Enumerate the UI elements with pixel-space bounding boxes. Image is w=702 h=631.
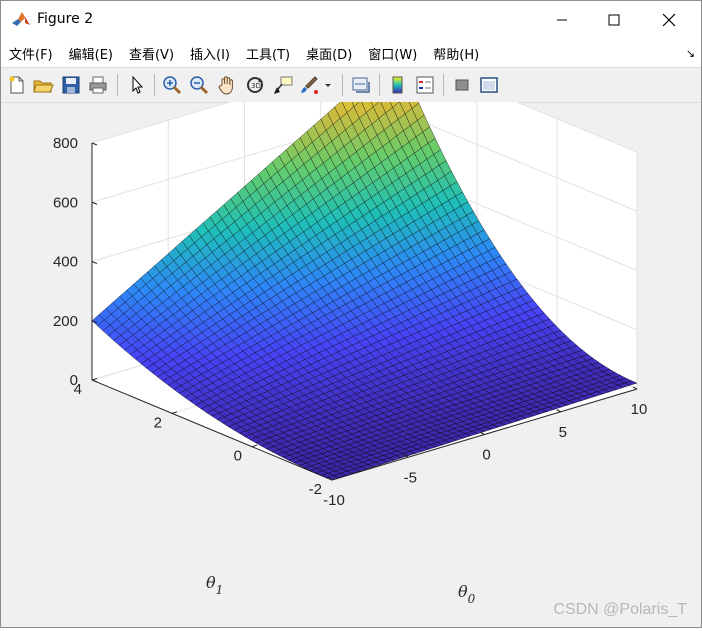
- toolbar-separator: [154, 74, 155, 96]
- y-tick-label: 2: [154, 414, 162, 431]
- title-bar[interactable]: Figure 2: [1, 1, 701, 39]
- close-button[interactable]: [646, 1, 692, 39]
- pan-hand-icon[interactable]: [216, 74, 238, 96]
- dock-arrow-icon[interactable]: ↘: [686, 47, 695, 60]
- y-axis-label: θ1: [206, 573, 223, 597]
- svg-text:3D: 3D: [251, 82, 261, 90]
- minimize-icon: [557, 19, 567, 21]
- toolbar-separator: [342, 74, 343, 96]
- menu-window[interactable]: 窗口(W): [360, 44, 425, 63]
- rotate-3d-icon[interactable]: 3D: [244, 74, 266, 96]
- minimize-button[interactable]: [539, 1, 585, 39]
- maximize-icon: [608, 14, 620, 26]
- x-tick-label: 0: [482, 447, 490, 464]
- menu-file[interactable]: 文件(F): [1, 44, 61, 63]
- figure-window: Figure 2 文件(F) 编辑(E) 查看(V) 插入(I) 工具(T) 桌…: [0, 0, 702, 628]
- zoom-in-icon[interactable]: [161, 74, 183, 96]
- x-tick-label: -10: [323, 492, 345, 509]
- legend-icon[interactable]: [414, 74, 436, 96]
- brush-icon[interactable]: [298, 74, 320, 96]
- menu-help[interactable]: 帮助(H): [425, 44, 487, 63]
- watermark-text: CSDN @Polaris_T: [553, 601, 687, 618]
- select-pointer-icon[interactable]: [126, 74, 148, 96]
- new-figure-icon[interactable]: [6, 74, 28, 96]
- menu-edit[interactable]: 编辑(E): [61, 44, 121, 63]
- link-plot-icon[interactable]: [350, 74, 372, 96]
- menu-view[interactable]: 查看(V): [121, 44, 182, 63]
- z-tick-label: 400: [53, 254, 78, 271]
- print-icon[interactable]: [87, 74, 109, 96]
- x-tick-label: 5: [559, 424, 567, 441]
- x-axis-label: θ0: [458, 582, 476, 606]
- y-tick-label: -2: [309, 481, 322, 498]
- z-tick-label: 200: [53, 313, 78, 330]
- save-icon[interactable]: [60, 74, 82, 96]
- data-cursor-icon[interactable]: [272, 74, 294, 96]
- toolbar-separator: [379, 74, 380, 96]
- open-file-icon[interactable]: [32, 74, 54, 96]
- x-tick-label: 10: [631, 401, 648, 418]
- surface-plot[interactable]: -10-50510-20240200400600800 θ0 θ1: [1, 51, 701, 627]
- window-title: Figure 2: [37, 11, 94, 27]
- menu-desktop[interactable]: 桌面(D): [298, 44, 360, 63]
- menu-bar: 文件(F) 编辑(E) 查看(V) 插入(I) 工具(T) 桌面(D) 窗口(W…: [1, 39, 701, 67]
- menu-tools[interactable]: 工具(T): [238, 44, 298, 63]
- toolbar-separator: [117, 74, 118, 96]
- z-tick-label: 800: [53, 135, 78, 152]
- menu-insert[interactable]: 插入(I): [182, 44, 238, 63]
- z-tick-label: 0: [70, 372, 78, 389]
- z-tick-label: 600: [53, 194, 78, 211]
- figure-toolbar: 3D: [1, 67, 701, 103]
- zoom-out-icon[interactable]: [188, 74, 210, 96]
- figure-canvas[interactable]: -10 -5 0 5 10 -2 0 2 4 0 200 400 600 800 θ0 θ1: [1, 51, 701, 627]
- close-icon: [662, 13, 676, 27]
- maximize-button[interactable]: [591, 1, 637, 39]
- toolbar-separator: [443, 74, 444, 96]
- axes-labels: θ0 θ1: [206, 573, 476, 606]
- colorbar-icon[interactable]: [387, 74, 409, 96]
- show-plot-tools-icon[interactable]: [478, 74, 500, 96]
- matlab-logo-icon: [12, 12, 30, 26]
- x-tick-label: -5: [404, 469, 417, 486]
- brush-dropdown-icon[interactable]: [323, 74, 333, 96]
- y-tick-label: 0: [234, 448, 242, 465]
- hide-plot-tools-icon[interactable]: [451, 74, 473, 96]
